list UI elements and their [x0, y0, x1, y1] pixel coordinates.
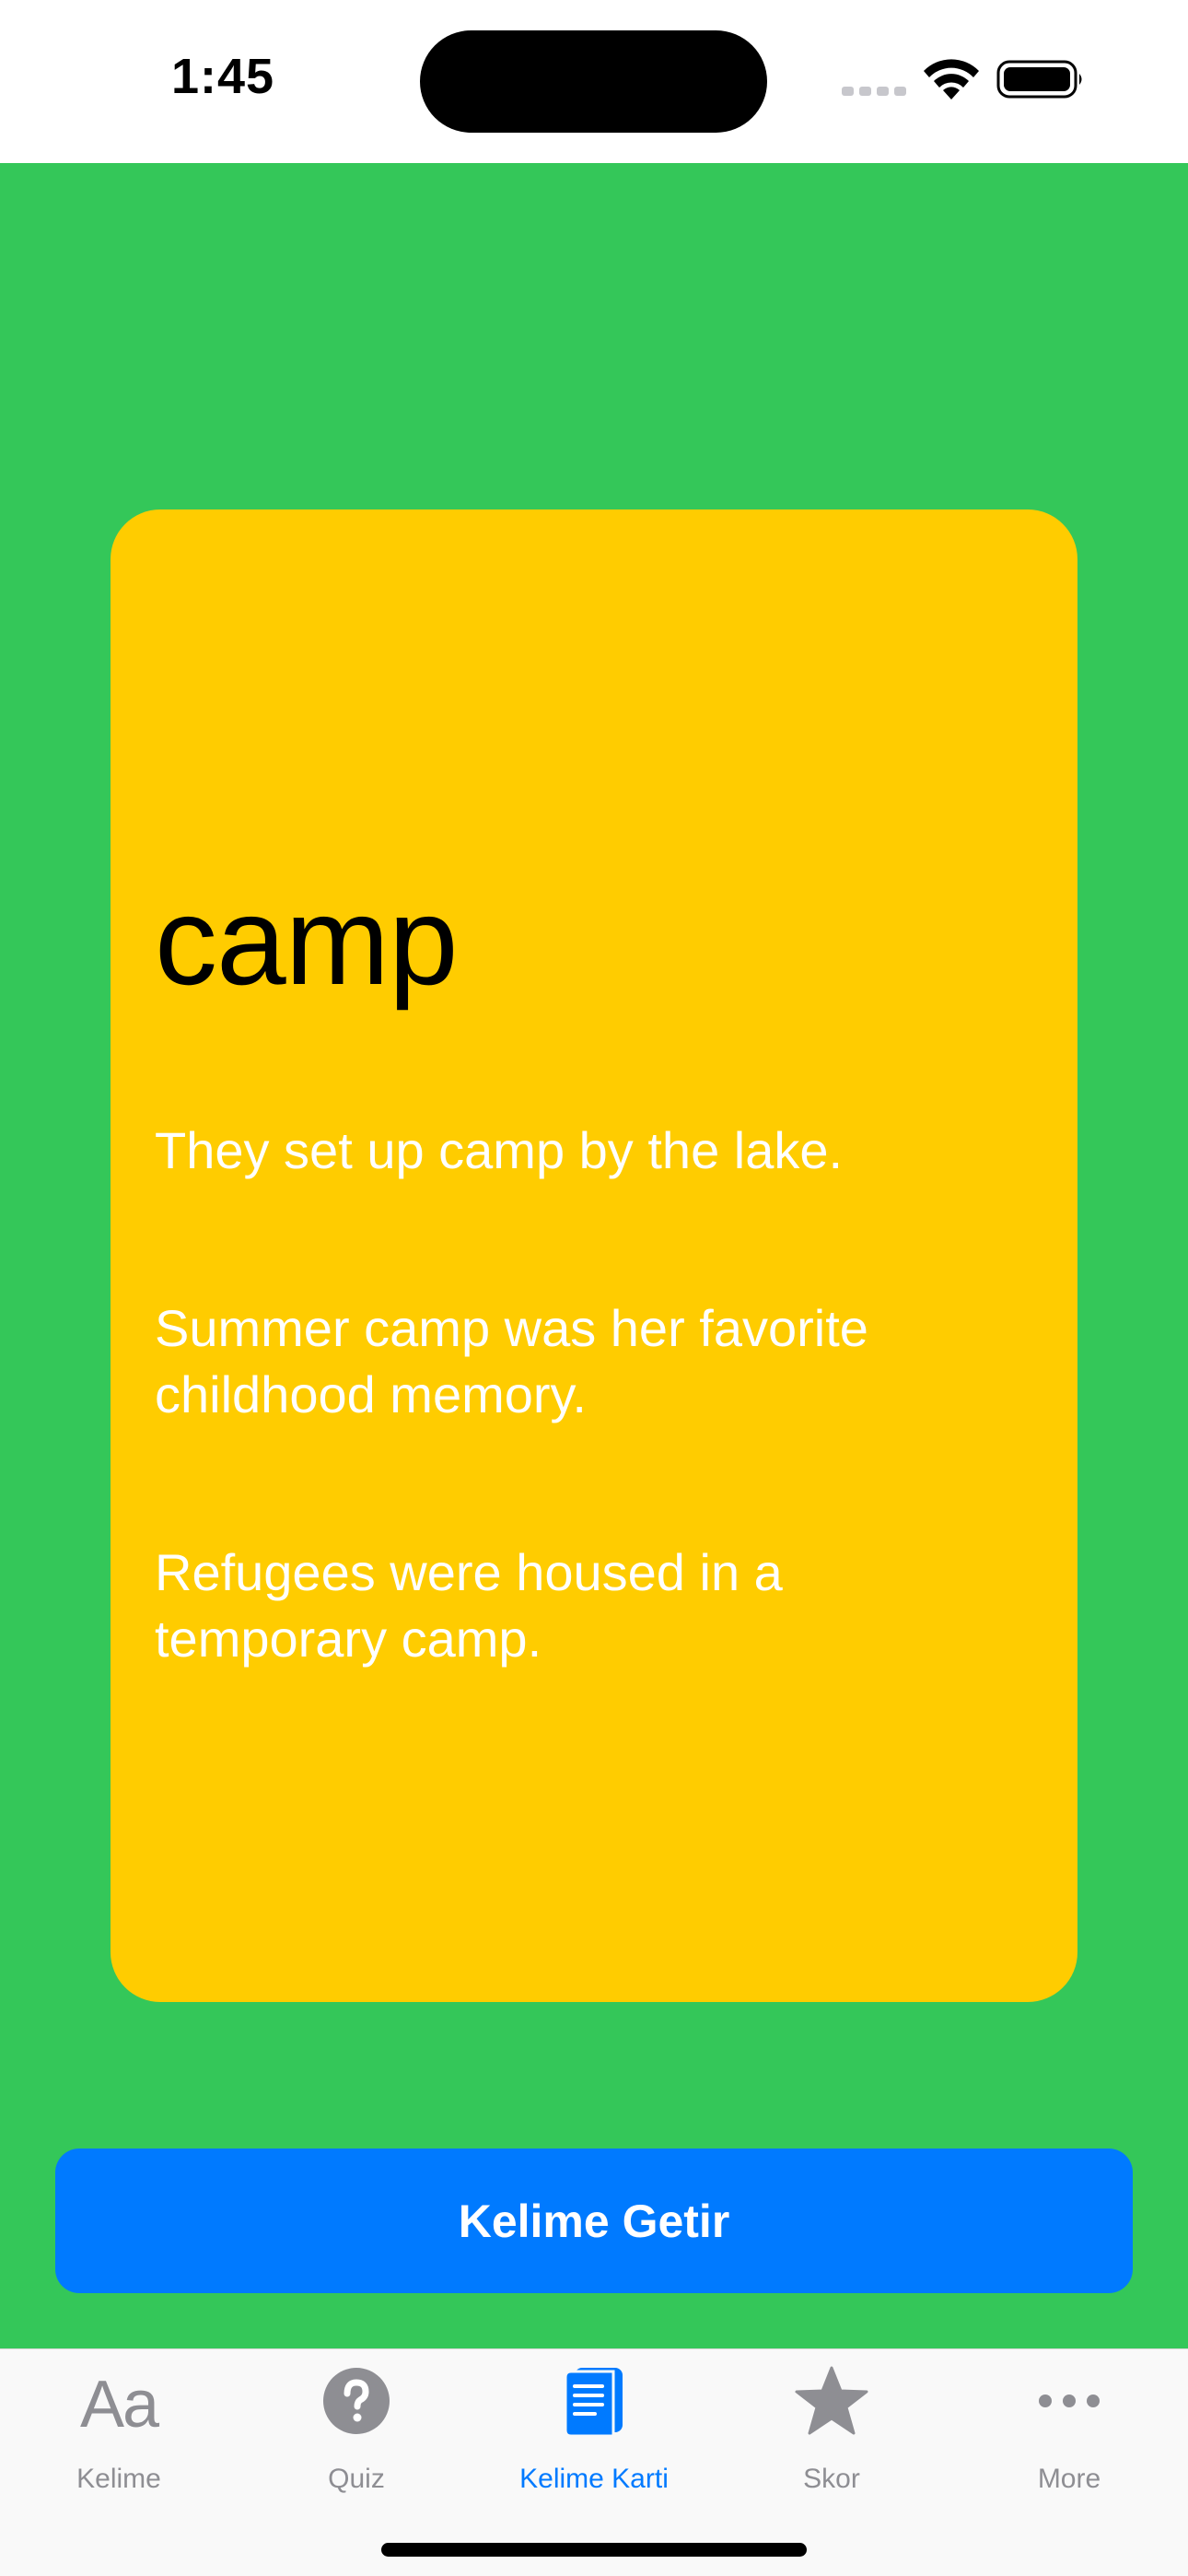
- tab-label: More: [1037, 2464, 1101, 2494]
- tab-kelime[interactable]: Aa Kelime: [0, 2349, 238, 2506]
- more-dots-icon: [1039, 2395, 1100, 2407]
- dynamic-island: [420, 30, 767, 133]
- wifi-icon: [924, 59, 979, 100]
- tab-more[interactable]: More: [950, 2349, 1188, 2506]
- tab-quiz[interactable]: Quiz: [238, 2349, 475, 2506]
- example-sentence: Summer camp was her favorite childhood m…: [155, 1299, 868, 1423]
- status-bar: 1:45: [0, 0, 1188, 163]
- tab-kelime-karti[interactable]: Kelime Karti: [475, 2349, 713, 2506]
- tab-label: Skor: [803, 2464, 860, 2494]
- cellular-signal-icon: [842, 87, 906, 96]
- battery-icon: [996, 60, 1082, 99]
- flash-card[interactable]: camp They set up camp by the lake. Summe…: [111, 509, 1077, 2002]
- tab-label: Quiz: [328, 2464, 385, 2494]
- screen: 1:45 camp They set up camp by the lake. …: [0, 0, 1188, 2576]
- tab-label: Kelime: [76, 2464, 161, 2494]
- status-time: 1:45: [171, 49, 275, 104]
- home-indicator: [381, 2543, 807, 2557]
- example-sentence: They set up camp by the lake.: [155, 1121, 844, 1179]
- text-aa-icon: Aa: [79, 2368, 159, 2441]
- book-icon: [564, 2368, 623, 2438]
- fetch-word-button[interactable]: Kelime Getir: [55, 2149, 1133, 2293]
- star-icon: [795, 2366, 868, 2435]
- example-sentence: Refugees were housed in a temporary camp…: [155, 1543, 783, 1668]
- card-word: camp: [155, 871, 459, 1011]
- question-circle-icon: [323, 2368, 390, 2434]
- tab-bar: Aa Kelime Quiz Kelime Karti Skor More: [0, 2348, 1188, 2576]
- tab-skor[interactable]: Skor: [713, 2349, 950, 2506]
- tab-label: Kelime Karti: [519, 2464, 669, 2494]
